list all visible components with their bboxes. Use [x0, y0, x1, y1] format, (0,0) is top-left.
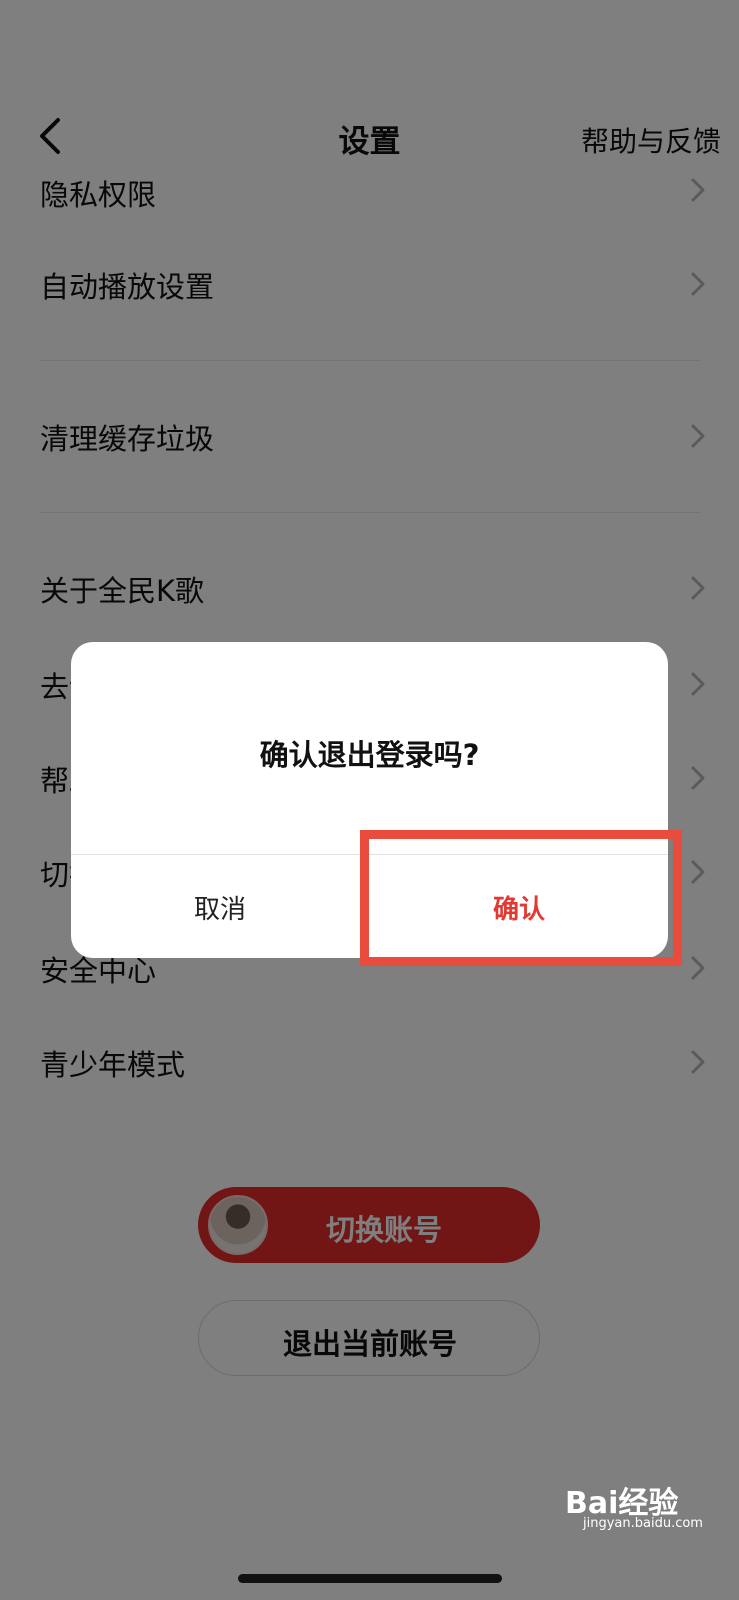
watermark: Bai经验 jingyan.baidu.com	[565, 1478, 725, 1538]
highlight-box	[360, 830, 682, 966]
home-indicator[interactable]	[238, 1574, 502, 1583]
settings-screen: 09:46 设置 帮助与反馈 隐私权限 自动播放设置 清理缓存垃圾	[0, 0, 739, 1600]
cancel-label: 取消	[193, 895, 246, 925]
dialog-message: 确认退出登录吗?	[259, 738, 480, 772]
cancel-button[interactable]: 取消	[71, 855, 369, 958]
watermark-url: jingyan.baidu.com	[583, 1516, 703, 1531]
